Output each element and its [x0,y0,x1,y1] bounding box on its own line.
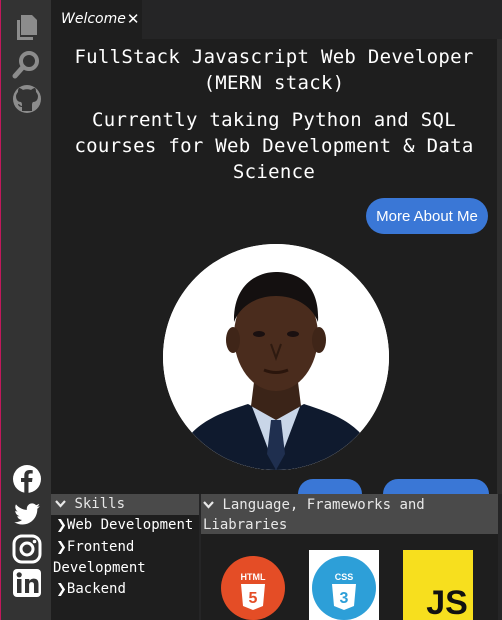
html-logo-text: HTML [241,572,266,582]
tab-label: Welcome [61,11,126,27]
javascript-logo-icon: JS [403,550,473,620]
search-icon[interactable] [12,49,42,79]
facebook-icon[interactable] [12,464,42,494]
activity-bar [0,0,52,620]
page-title: FullStack Javascript Web Developer (MERN… [74,46,474,94]
close-icon[interactable]: ✕ [127,10,140,28]
chevron-down-icon [203,497,222,513]
tree-item-backend[interactable]: ❯Backend [53,579,199,601]
chevron-down-icon [55,496,74,512]
bottom-panel: Skills ❯Web Development ❯Frontend Develo… [51,494,502,620]
languages-pane: Language, Frameworks and Liabraries HTML… [201,494,498,620]
twitter-icon[interactable] [12,499,42,529]
editor-area: FullStack Javascript Web Developer (MERN… [51,39,497,494]
page-subtitle: Currently taking Python and SQL courses … [74,109,474,183]
skills-tree: ❯Web Development ❯Frontend Development ❯… [51,515,199,600]
linkedin-icon[interactable] [12,568,42,598]
skills-pane: Skills ❯Web Development ❯Frontend Develo… [51,494,199,620]
social-button-1[interactable] [298,479,362,494]
css3-logo-icon: CSS 3 [309,550,379,620]
more-about-me-button[interactable]: More About Me [366,198,488,234]
chevron-right-icon: ❯ [56,539,67,555]
css-badge-text: 3 [340,590,349,607]
github-icon[interactable] [12,84,42,114]
chevron-right-icon: ❯ [56,581,67,597]
js-logo-text: JS [426,584,468,620]
html5-logo-icon: HTML 5 [221,556,285,620]
files-icon[interactable] [12,12,42,42]
chevron-right-icon: ❯ [56,518,67,533]
tab-welcome[interactable]: Welcome ✕ [51,0,142,39]
languages-header-label: Language, Frameworks and Liabraries [203,497,425,533]
instagram-icon[interactable] [12,534,42,564]
languages-header[interactable]: Language, Frameworks and Liabraries [201,494,498,534]
editor-tab-strip: Welcome ✕ [51,0,502,39]
profile-photo [163,244,389,470]
avatar [163,244,389,470]
skills-header[interactable]: Skills [51,494,199,515]
social-button-2[interactable] [383,479,489,494]
tree-item-web-development[interactable]: ❯Web Development [53,515,199,537]
html-badge-text: 5 [249,590,258,607]
editor-scrollbar[interactable] [497,39,502,494]
tree-item-frontend-development[interactable]: ❯Frontend Development [53,537,199,579]
css-logo-text: CSS [335,572,354,582]
skills-header-label: Skills [74,496,126,512]
